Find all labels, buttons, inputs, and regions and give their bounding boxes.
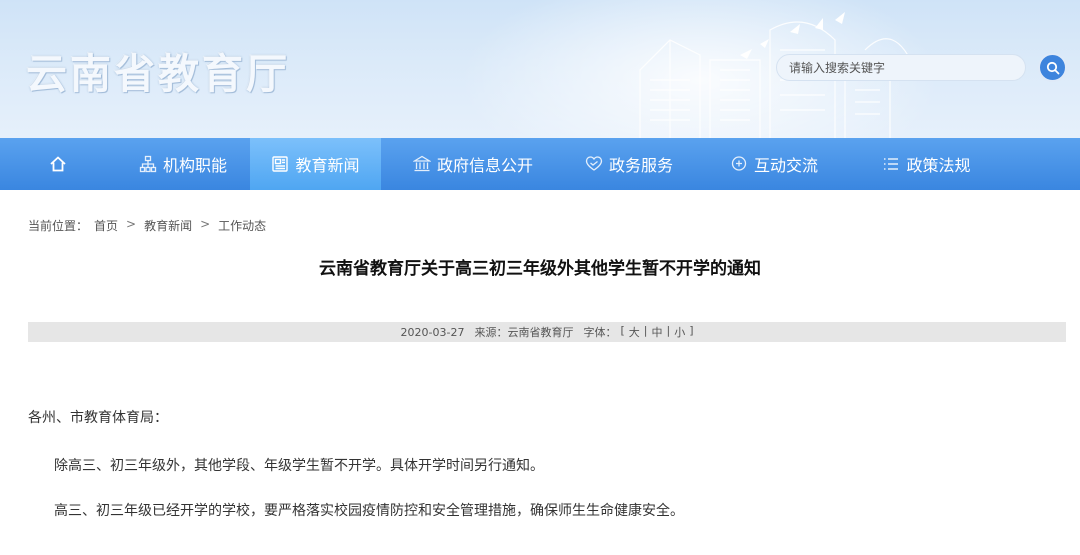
nav-item-policies[interactable]: 政策法规 [855, 138, 998, 190]
bird-icon [740, 49, 752, 59]
search-input[interactable] [776, 54, 1026, 81]
article-title: 云南省教育厅关于高三初三年级外其他学生暂不开学的通知 [319, 259, 761, 279]
article-paragraph: 除高三、初三年级外，其他学段、年级学生暂不开学。具体开学时间另行通知。 [54, 458, 544, 474]
breadcrumb-separator: > [200, 217, 211, 231]
article-meta-bar: 2020-03-27 来源：云南省教育厅 字体： [ 大 | 中 | 小 ] [28, 322, 1066, 342]
article-source: 来源：云南省教育厅 [474, 326, 574, 339]
nav-item-education-news[interactable]: 教育新闻 [250, 138, 381, 190]
font-size-label: 字体： [583, 326, 617, 339]
nav-item-label: 机构职能 [162, 156, 227, 175]
breadcrumb: 当前位置： 首页 > 教育新闻 > 工作动态 [28, 217, 266, 234]
newspaper-icon [271, 155, 289, 173]
government-building-icon [412, 155, 431, 173]
article-date: 2020-03-27 [400, 325, 465, 339]
nav-item-label: 政府信息公开 [436, 156, 533, 175]
home-icon [50, 156, 66, 172]
nav-item-gov-info[interactable]: 政府信息公开 [381, 138, 565, 190]
font-size-medium-link[interactable]: 中 [651, 324, 662, 340]
site-banner: 云南省教育厅 [0, 0, 1080, 138]
org-chart-icon [139, 155, 157, 173]
nav-item-label: 政务服务 [608, 156, 673, 175]
bird-icon [815, 18, 823, 30]
main-nav: 机构职能 教育新闻 政府信息公开 政务服务 互动交流 政策法规 [0, 138, 1080, 190]
article-paragraph: 各州、市教育体育局： [28, 410, 168, 426]
nav-item-gov-services[interactable]: 政务服务 [565, 138, 693, 190]
handshake-heart-icon [585, 155, 603, 173]
search-button[interactable] [1038, 53, 1067, 82]
chat-bubble-icon [730, 155, 748, 173]
bird-icon [790, 24, 800, 34]
bird-icon [835, 12, 845, 24]
font-size-controls: 字体： [ 大 | 中 | 小 ] [583, 324, 694, 340]
article-paragraph: 高三、初三年级已经开学的学校，要严格落实校园疫情防控和安全管理措施，确保师生生命… [54, 503, 684, 519]
nav-item-interaction[interactable]: 互动交流 [693, 138, 855, 190]
breadcrumb-label: 当前位置： [28, 219, 89, 233]
bird-icon [760, 39, 769, 48]
font-size-small-link[interactable]: 小 [674, 324, 685, 340]
list-icon [882, 155, 900, 173]
breadcrumb-separator: > [126, 217, 137, 231]
nav-item-label: 政策法规 [906, 156, 971, 175]
search-icon [1046, 61, 1059, 74]
font-size-large-link[interactable]: 大 [629, 324, 640, 340]
nav-item-label: 互动交流 [753, 156, 818, 175]
breadcrumb-link-home[interactable]: 首页 [94, 217, 118, 234]
site-title: 云南省教育厅 [26, 50, 290, 98]
nav-item-label: 教育新闻 [295, 156, 360, 175]
breadcrumb-link-work-updates[interactable]: 工作动态 [218, 217, 266, 234]
nav-item-org-functions[interactable]: 机构职能 [116, 138, 250, 190]
nav-item-home[interactable] [0, 138, 116, 190]
breadcrumb-link-news[interactable]: 教育新闻 [144, 217, 192, 234]
